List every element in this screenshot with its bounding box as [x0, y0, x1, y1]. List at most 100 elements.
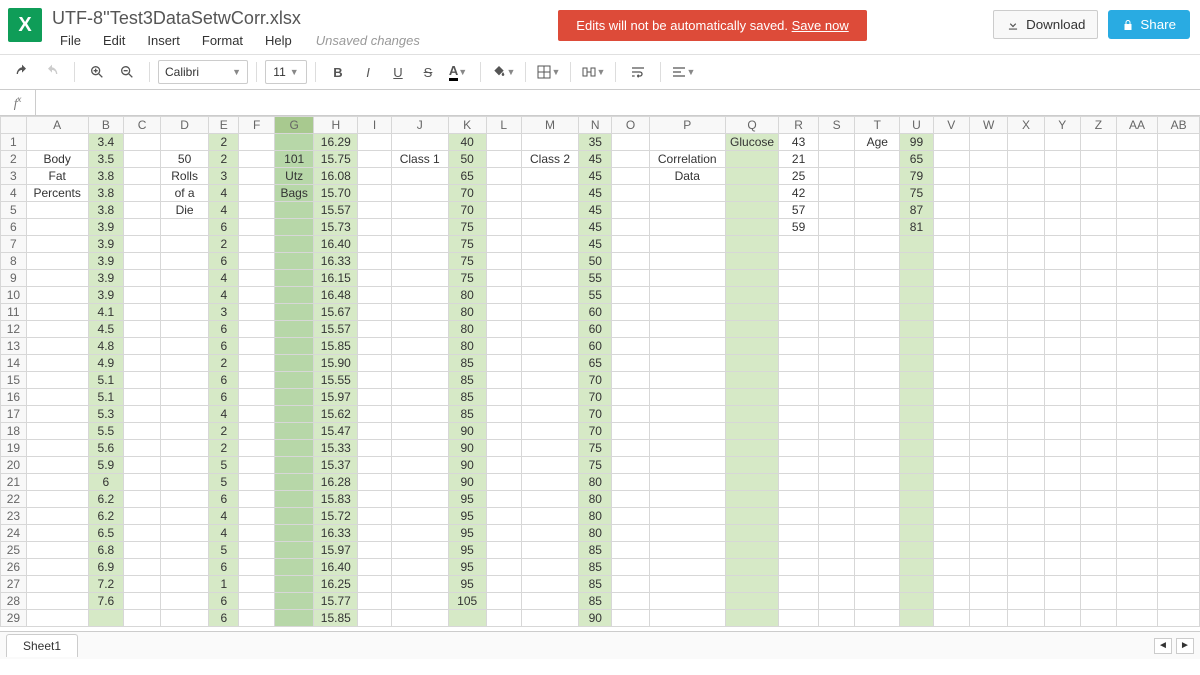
cell-O23[interactable]	[612, 508, 649, 525]
cell-Z16[interactable]	[1080, 389, 1116, 406]
cell-G21[interactable]	[275, 474, 314, 491]
cell-P1[interactable]	[649, 134, 725, 151]
cell-G11[interactable]	[275, 304, 314, 321]
cell-A4[interactable]: Percents	[26, 185, 88, 202]
cell-Q15[interactable]	[725, 372, 778, 389]
cell-D29[interactable]	[160, 610, 208, 627]
cell-N17[interactable]: 70	[579, 406, 612, 423]
cell-P20[interactable]	[649, 457, 725, 474]
cell-D3[interactable]: Rolls	[160, 168, 208, 185]
cell-F18[interactable]	[239, 423, 275, 440]
cell-M12[interactable]	[521, 321, 578, 338]
cell-A3[interactable]: Fat	[26, 168, 88, 185]
cell-W25[interactable]	[969, 542, 1007, 559]
cell-Q1[interactable]: Glucose	[725, 134, 778, 151]
cell-A15[interactable]	[26, 372, 88, 389]
cell-A1[interactable]	[26, 134, 88, 151]
cell-H25[interactable]: 15.97	[314, 542, 358, 559]
cell-E10[interactable]: 4	[209, 287, 239, 304]
cell-O20[interactable]	[612, 457, 649, 474]
cell-O15[interactable]	[612, 372, 649, 389]
cell-Q23[interactable]	[725, 508, 778, 525]
cell-U18[interactable]	[900, 423, 933, 440]
cell-L3[interactable]	[486, 168, 521, 185]
cell-C2[interactable]	[124, 151, 161, 168]
cell-AB12[interactable]	[1158, 321, 1200, 338]
row-header-1[interactable]: 1	[1, 134, 27, 151]
cell-R2[interactable]: 21	[779, 151, 819, 168]
cell-K15[interactable]: 85	[448, 372, 486, 389]
cell-T13[interactable]	[855, 338, 900, 355]
cell-AA5[interactable]	[1116, 202, 1157, 219]
cell-W23[interactable]	[969, 508, 1007, 525]
cell-N13[interactable]: 60	[579, 338, 612, 355]
cell-G5[interactable]	[275, 202, 314, 219]
cell-H5[interactable]: 15.57	[314, 202, 358, 219]
tab-scroll-right[interactable]: ►	[1176, 638, 1194, 654]
cell-Y18[interactable]	[1044, 423, 1080, 440]
menu-format[interactable]: Format	[192, 31, 253, 50]
cell-D6[interactable]	[160, 219, 208, 236]
cell-S16[interactable]	[818, 389, 854, 406]
cell-H20[interactable]: 15.37	[314, 457, 358, 474]
cell-K27[interactable]: 95	[448, 576, 486, 593]
cell-AB11[interactable]	[1158, 304, 1200, 321]
cell-O21[interactable]	[612, 474, 649, 491]
cell-L11[interactable]	[486, 304, 521, 321]
cell-W22[interactable]	[969, 491, 1007, 508]
cell-T14[interactable]	[855, 355, 900, 372]
cell-H4[interactable]: 15.70	[314, 185, 358, 202]
cell-L23[interactable]	[486, 508, 521, 525]
cell-AA14[interactable]	[1116, 355, 1157, 372]
cell-A25[interactable]	[26, 542, 88, 559]
cell-H27[interactable]: 16.25	[314, 576, 358, 593]
cell-C21[interactable]	[124, 474, 161, 491]
cell-R22[interactable]	[779, 491, 819, 508]
cell-D7[interactable]	[160, 236, 208, 253]
cell-K19[interactable]: 90	[448, 440, 486, 457]
cell-I28[interactable]	[358, 593, 391, 610]
cell-R4[interactable]: 42	[779, 185, 819, 202]
cell-X21[interactable]	[1008, 474, 1044, 491]
cell-J6[interactable]	[391, 219, 448, 236]
cell-W10[interactable]	[969, 287, 1007, 304]
cell-P5[interactable]	[649, 202, 725, 219]
cell-S15[interactable]	[818, 372, 854, 389]
column-header-T[interactable]: T	[855, 117, 900, 134]
cell-T11[interactable]	[855, 304, 900, 321]
cell-W2[interactable]	[969, 151, 1007, 168]
cell-Q11[interactable]	[725, 304, 778, 321]
cell-R12[interactable]	[779, 321, 819, 338]
column-header-O[interactable]: O	[612, 117, 649, 134]
cell-AB28[interactable]	[1158, 593, 1200, 610]
cell-I4[interactable]	[358, 185, 391, 202]
cell-G10[interactable]	[275, 287, 314, 304]
cell-P25[interactable]	[649, 542, 725, 559]
cell-E18[interactable]: 2	[209, 423, 239, 440]
cell-G28[interactable]	[275, 593, 314, 610]
cell-O14[interactable]	[612, 355, 649, 372]
cell-A16[interactable]	[26, 389, 88, 406]
cell-N20[interactable]: 75	[579, 457, 612, 474]
cell-AB3[interactable]	[1158, 168, 1200, 185]
cell-J14[interactable]	[391, 355, 448, 372]
cell-W24[interactable]	[969, 525, 1007, 542]
cell-D9[interactable]	[160, 270, 208, 287]
column-header-S[interactable]: S	[818, 117, 854, 134]
cell-H7[interactable]: 16.40	[314, 236, 358, 253]
cell-W1[interactable]	[969, 134, 1007, 151]
cell-Z5[interactable]	[1080, 202, 1116, 219]
cell-AA13[interactable]	[1116, 338, 1157, 355]
cell-W18[interactable]	[969, 423, 1007, 440]
cell-O24[interactable]	[612, 525, 649, 542]
cell-Y20[interactable]	[1044, 457, 1080, 474]
cell-W11[interactable]	[969, 304, 1007, 321]
cell-G4[interactable]: Bags	[275, 185, 314, 202]
cell-N25[interactable]: 85	[579, 542, 612, 559]
cell-B23[interactable]: 6.2	[88, 508, 124, 525]
cell-M20[interactable]	[521, 457, 578, 474]
cell-S28[interactable]	[818, 593, 854, 610]
cell-Z1[interactable]	[1080, 134, 1116, 151]
cell-Y1[interactable]	[1044, 134, 1080, 151]
wrap-text-button[interactable]	[624, 59, 652, 85]
